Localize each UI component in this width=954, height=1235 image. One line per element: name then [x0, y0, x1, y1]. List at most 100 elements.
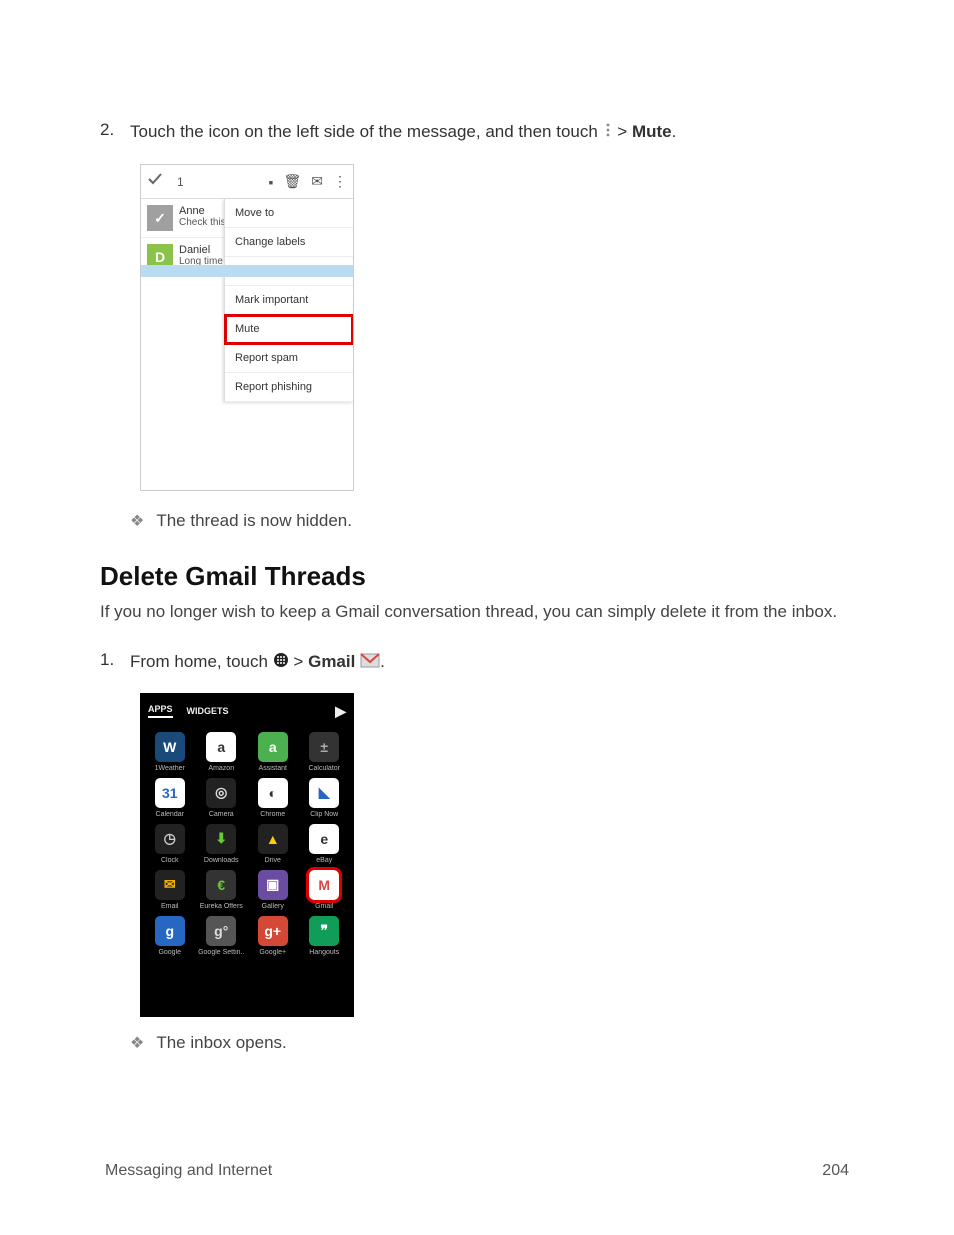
section-heading: Delete Gmail Threads: [100, 561, 854, 592]
tab-apps: APPS: [148, 704, 173, 718]
footer-section: Messaging and Internet: [105, 1162, 272, 1180]
app-chrome: ◐ Chrome: [249, 778, 297, 818]
menu-item: Mark important: [225, 286, 353, 315]
app-icon: ⬇: [206, 824, 236, 854]
app-label: Email: [146, 903, 194, 910]
app-ebay: e eBay: [301, 824, 349, 864]
step-number: 1.: [100, 650, 120, 674]
app-label: Gallery: [249, 903, 297, 910]
app-label: Chrome: [249, 811, 297, 818]
app-label: Calculator: [301, 765, 349, 772]
app-gmail: M Gmail: [301, 870, 349, 910]
app-label: Calendar: [146, 811, 194, 818]
overflow-icon: [603, 121, 613, 145]
diamond-bullet-icon: ❖: [130, 511, 144, 531]
menu-item: Mute: [225, 315, 353, 344]
app-icon: ◷: [155, 824, 185, 854]
app-icon: a: [206, 732, 236, 762]
app-icon: ▣: [258, 870, 288, 900]
avatar: ✓: [147, 205, 173, 231]
step-body: From home, touch > Gmail .: [130, 650, 385, 674]
app-icon: ◐: [258, 778, 288, 808]
app-label: Drive: [249, 857, 297, 864]
overflow-menu: Move toChange labelsAdd starMark importa…: [224, 199, 353, 402]
note-text: The thread is now hidden.: [156, 511, 352, 531]
apps-tabs: APPS WIDGETS ▶: [146, 699, 348, 724]
apps-drawer-screenshot: APPS WIDGETS ▶ W 1Weather a Amazon a Assistan…: [140, 693, 354, 1017]
app-google: g Google: [146, 916, 194, 956]
menu-item: Report phishing: [225, 373, 353, 402]
nav-bar-hint: [141, 265, 353, 277]
app-icon: ±: [309, 732, 339, 762]
app-icon: ❞: [309, 916, 339, 946]
app-label: Hangouts: [301, 949, 349, 956]
app-label: Google: [146, 949, 194, 956]
app-email: ✉ Email: [146, 870, 194, 910]
app-label: Google Settin..: [198, 949, 246, 956]
step-text: From home, touch: [130, 652, 268, 671]
app-label: Google+: [249, 949, 297, 956]
app-icon: a: [258, 732, 288, 762]
mute-label: Mute: [632, 122, 672, 141]
gmail-action-bar: 1 ▪ 🗑 ✉ ⋮: [141, 165, 353, 199]
step-2: 2. Touch the icon on the left side of th…: [100, 120, 854, 144]
app-label: Clock: [146, 857, 194, 864]
app-clock: ◷ Clock: [146, 824, 194, 864]
diamond-bullet-icon: ❖: [130, 1033, 144, 1053]
apps-icon: [273, 651, 289, 675]
app-label: 1Weather: [146, 765, 194, 772]
app-label: Eureka Offers: [198, 903, 246, 910]
app-icon: g°: [206, 916, 236, 946]
gt: >: [617, 122, 627, 141]
menu-item: Move to: [225, 199, 353, 228]
gmail-icon: [360, 651, 380, 675]
overflow-icon: ⋮: [333, 173, 347, 190]
menu-item: Report spam: [225, 344, 353, 373]
result-note: ❖ The thread is now hidden.: [130, 511, 854, 531]
menu-item: Change labels: [225, 228, 353, 257]
app-label: Gmail: [301, 903, 349, 910]
app-label: Clip Now: [301, 811, 349, 818]
app-downloads: ⬇Downloads: [198, 824, 246, 864]
app-icon: ◣: [309, 778, 339, 808]
app-icon: g: [155, 916, 185, 946]
selection-count: 1: [177, 175, 184, 189]
app-clip-now: ◣ Clip Now: [301, 778, 349, 818]
step-number: 2.: [100, 120, 120, 144]
app-google-: g+ Google+: [249, 916, 297, 956]
app-icon: e: [309, 824, 339, 854]
app-camera: ◎Camera: [198, 778, 246, 818]
app-icon: g+: [258, 916, 288, 946]
app-label: Assistant: [249, 765, 297, 772]
app-calendar: 31Calendar: [146, 778, 194, 818]
footer-page-number: 204: [822, 1162, 849, 1180]
section-intro: If you no longer wish to keep a Gmail co…: [100, 600, 854, 624]
archive-icon: ▪: [269, 174, 274, 190]
step-text: Touch the icon on the left side of the m…: [130, 122, 598, 141]
delete-icon: 🗑: [283, 173, 301, 190]
app-icon: M: [309, 870, 339, 900]
step-body: Touch the icon on the left side of the m…: [130, 120, 676, 144]
app-drive: ▲ Drive: [249, 824, 297, 864]
app-amazon: a Amazon: [198, 732, 246, 772]
app-icon: ✉: [155, 870, 185, 900]
app-label: eBay: [301, 857, 349, 864]
app-eureka-offers: € Eureka Offers: [198, 870, 246, 910]
result-note: ❖ The inbox opens.: [130, 1033, 854, 1053]
app-1weather: W 1Weather: [146, 732, 194, 772]
app-gallery: ▣ Gallery: [249, 870, 297, 910]
app-icon: ◎: [206, 778, 236, 808]
app-icon: €: [206, 870, 236, 900]
app-icon: ▲: [258, 824, 288, 854]
mail-icon: ✉: [311, 173, 323, 190]
app-assistant: a Assistant: [249, 732, 297, 772]
app-label: Amazon: [198, 765, 246, 772]
shop-icon: ▶: [335, 703, 346, 720]
check-icon: [147, 171, 163, 192]
app-hangouts: ❞ Hangouts: [301, 916, 349, 956]
app-icon: W: [155, 732, 185, 762]
step-1: 1. From home, touch > Gmail .: [100, 650, 854, 674]
gt: >: [293, 652, 303, 671]
gmail-mute-screenshot: 1 ▪ 🗑 ✉ ⋮ ✓AnneCheck this ouDDanielLong …: [140, 164, 354, 491]
gmail-label: Gmail: [308, 652, 355, 671]
